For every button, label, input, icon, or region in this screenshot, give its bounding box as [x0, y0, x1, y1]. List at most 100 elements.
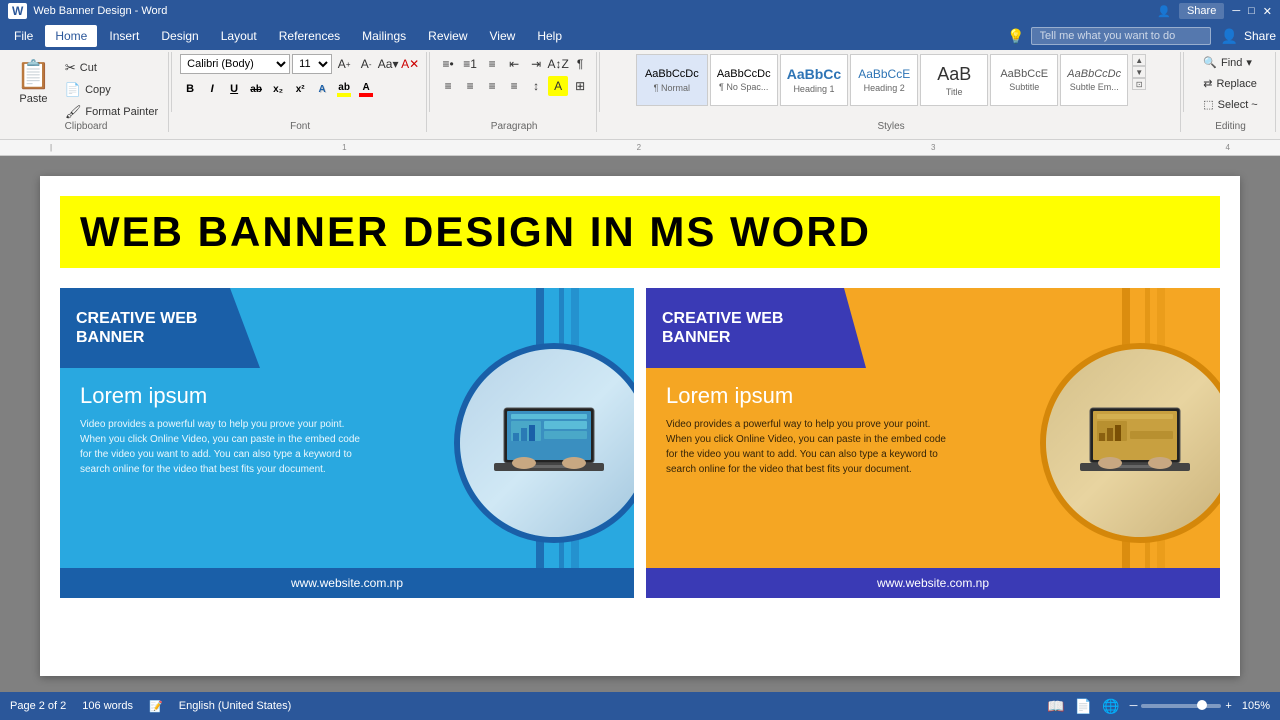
- show-formatting-button[interactable]: ¶: [570, 54, 590, 74]
- style-title[interactable]: AaB Title: [920, 54, 988, 106]
- align-right-button[interactable]: ≡: [482, 76, 502, 96]
- styles-scroll-down[interactable]: ▼: [1132, 66, 1146, 78]
- cut-button[interactable]: ✂ Cut: [61, 58, 162, 78]
- format-painter-button[interactable]: 🖌 Format Painter: [61, 102, 162, 122]
- menu-file[interactable]: File: [4, 25, 43, 47]
- menu-search-area: 💡: [1007, 27, 1210, 45]
- copy-label: Copy: [85, 84, 111, 96]
- bullets-button[interactable]: ≡•: [438, 54, 458, 74]
- lightbulb-icon: 💡: [1007, 28, 1024, 45]
- font-size-select[interactable]: 11: [292, 54, 332, 74]
- underline-button[interactable]: U: [224, 79, 244, 99]
- banner-orange-circle-inner: [1046, 349, 1220, 537]
- doc-title: Web Banner Design - Word: [33, 5, 167, 17]
- subscript-button[interactable]: x₂: [268, 79, 288, 99]
- styles-group-label: Styles: [602, 121, 1180, 132]
- banner-blue-lorem-body: Video provides a powerful way to help yo…: [80, 417, 360, 477]
- font-grow-button[interactable]: A+: [334, 54, 354, 74]
- line-spacing-button[interactable]: ↕: [526, 76, 546, 96]
- menu-review[interactable]: Review: [418, 25, 477, 47]
- style-normal-label: ¶ Normal: [654, 83, 690, 93]
- justify-button[interactable]: ≡: [504, 76, 524, 96]
- styles-expand[interactable]: ⊡: [1132, 78, 1146, 90]
- share-button[interactable]: Share: [1179, 3, 1224, 19]
- decrease-indent-button[interactable]: ⇤: [504, 54, 524, 74]
- menu-mailings[interactable]: Mailings: [352, 25, 416, 47]
- banner-orange-lorem-title: Lorem ipsum: [666, 383, 946, 409]
- zoom-in-icon[interactable]: +: [1225, 700, 1231, 712]
- menu-bar: File Home Insert Design Layout Reference…: [0, 22, 1280, 50]
- zoom-out-icon[interactable]: ─: [1130, 700, 1138, 712]
- multilevel-button[interactable]: ≡: [482, 54, 502, 74]
- copy-button[interactable]: 📄 Copy: [61, 80, 162, 100]
- clear-format-button[interactable]: A✕: [400, 54, 420, 74]
- minimize-button[interactable]: ─: [1232, 5, 1240, 17]
- doc-page: WEB BANNER DESIGN IN MS WORD CREATIVE WE…: [40, 176, 1240, 676]
- menu-references[interactable]: References: [269, 25, 350, 47]
- highlight-color-bar: [337, 93, 351, 97]
- paste-button[interactable]: 📋 Paste: [10, 54, 57, 109]
- bold-button[interactable]: B: [180, 79, 200, 99]
- replace-button[interactable]: ⇄ Replace: [1199, 75, 1261, 92]
- banner-orange-title-area: CREATIVE WEB BANNER: [646, 288, 866, 368]
- find-button[interactable]: 🔍 Find ▾: [1199, 54, 1256, 71]
- close-button[interactable]: ✕: [1263, 5, 1272, 18]
- ribbon: 📋 Paste ✂ Cut 📄 Copy 🖌 Format Painter Cl…: [0, 50, 1280, 140]
- font-name-select[interactable]: Calibri (Body): [180, 54, 290, 74]
- word-count: 106 words: [82, 700, 133, 712]
- superscript-button[interactable]: x²: [290, 79, 310, 99]
- style-subem-preview: AaBbCcDc: [1067, 68, 1121, 80]
- highlight-button[interactable]: ab: [334, 79, 354, 99]
- style-subtitle[interactable]: AaBbCcE Subtitle: [990, 54, 1058, 106]
- web-layout-icon[interactable]: 🌐: [1102, 698, 1119, 715]
- proofing-icon[interactable]: 📝: [149, 700, 163, 713]
- print-layout-icon[interactable]: 📄: [1075, 698, 1092, 715]
- banner-blue-lorem-title: Lorem ipsum: [80, 383, 360, 409]
- select-button[interactable]: ⬚ Select ~: [1199, 96, 1261, 113]
- style-normal[interactable]: AaBbCcDc ¶ Normal: [636, 54, 708, 106]
- styles-scroll-up[interactable]: ▲: [1132, 54, 1146, 66]
- share-menu-label[interactable]: Share: [1244, 29, 1276, 43]
- menu-help[interactable]: Help: [527, 25, 572, 47]
- text-effect-button[interactable]: A: [312, 79, 332, 99]
- banner-orange-footer: www.website.com.np: [646, 568, 1220, 598]
- style-no-space[interactable]: AaBbCcDc ¶ No Spac...: [710, 54, 778, 106]
- clipboard-group: 📋 Paste ✂ Cut 📄 Copy 🖌 Format Painter Cl…: [4, 52, 169, 132]
- zoom-slider[interactable]: ─ +: [1130, 700, 1232, 712]
- menu-design[interactable]: Design: [151, 25, 208, 47]
- menu-insert[interactable]: Insert: [99, 25, 149, 47]
- align-left-button[interactable]: ≡: [438, 76, 458, 96]
- numbering-button[interactable]: ≡1: [460, 54, 480, 74]
- copy-icon: 📄: [65, 82, 81, 98]
- style-title-preview: AaB: [937, 64, 971, 85]
- italic-button[interactable]: I: [202, 79, 222, 99]
- read-mode-icon[interactable]: 📖: [1047, 698, 1064, 715]
- change-case-button[interactable]: Aa▾: [378, 54, 398, 74]
- search-input[interactable]: [1031, 27, 1211, 45]
- menu-view[interactable]: View: [480, 25, 526, 47]
- editing-group-label: Editing: [1186, 121, 1275, 132]
- style-heading2[interactable]: AaBbCcE Heading 2: [850, 54, 918, 106]
- style-subtle-em[interactable]: AaBbCcDc Subtle Em...: [1060, 54, 1128, 106]
- banner-circle-inner: [460, 349, 634, 537]
- strikethrough-button[interactable]: ab: [246, 79, 266, 99]
- menu-home[interactable]: Home: [45, 25, 97, 47]
- maximize-button[interactable]: □: [1248, 5, 1255, 17]
- increase-indent-button[interactable]: ⇥: [526, 54, 546, 74]
- select-icon: ⬚: [1203, 98, 1213, 111]
- banner-orange-website: www.website.com.np: [877, 576, 989, 590]
- banner-orange-title-text: CREATIVE WEB BANNER: [662, 309, 783, 347]
- font-shrink-button[interactable]: A-: [356, 54, 376, 74]
- sep4: [1183, 52, 1184, 112]
- menu-layout[interactable]: Layout: [211, 25, 267, 47]
- banner-circle: [454, 343, 634, 543]
- shading-button[interactable]: A: [548, 76, 568, 96]
- align-center-button[interactable]: ≡: [460, 76, 480, 96]
- sort-button[interactable]: A↕Z: [548, 54, 568, 74]
- editing-group: 🔍 Find ▾ ⇄ Replace ⬚ Select ~ Editing: [1186, 52, 1276, 132]
- sep1: [171, 52, 172, 112]
- style-heading1[interactable]: AaBbCc Heading 1: [780, 54, 848, 106]
- doc-container: WEB BANNER DESIGN IN MS WORD CREATIVE WE…: [0, 156, 1280, 692]
- borders-button[interactable]: ⊞: [570, 76, 590, 96]
- font-color-button[interactable]: A: [356, 79, 376, 99]
